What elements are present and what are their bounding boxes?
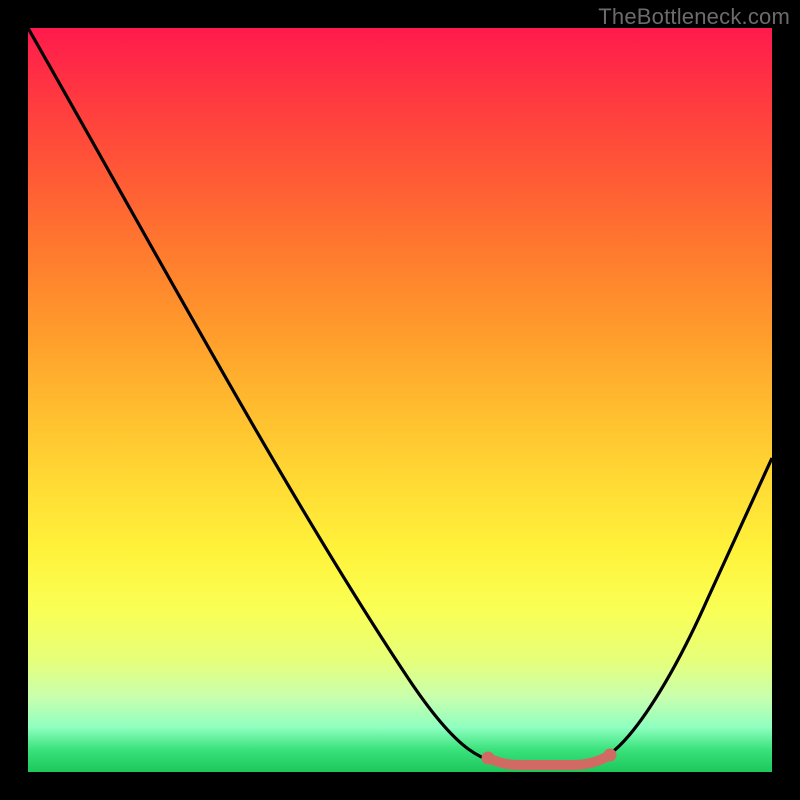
chart-svg bbox=[28, 28, 772, 772]
chart-plot-area bbox=[28, 28, 772, 772]
bottleneck-highlight-path bbox=[488, 755, 610, 765]
watermark-text: TheBottleneck.com bbox=[598, 4, 790, 30]
bottleneck-curve-path bbox=[28, 28, 772, 765]
highlight-endpoint-right bbox=[604, 749, 617, 762]
highlight-endpoint-left bbox=[482, 752, 495, 765]
